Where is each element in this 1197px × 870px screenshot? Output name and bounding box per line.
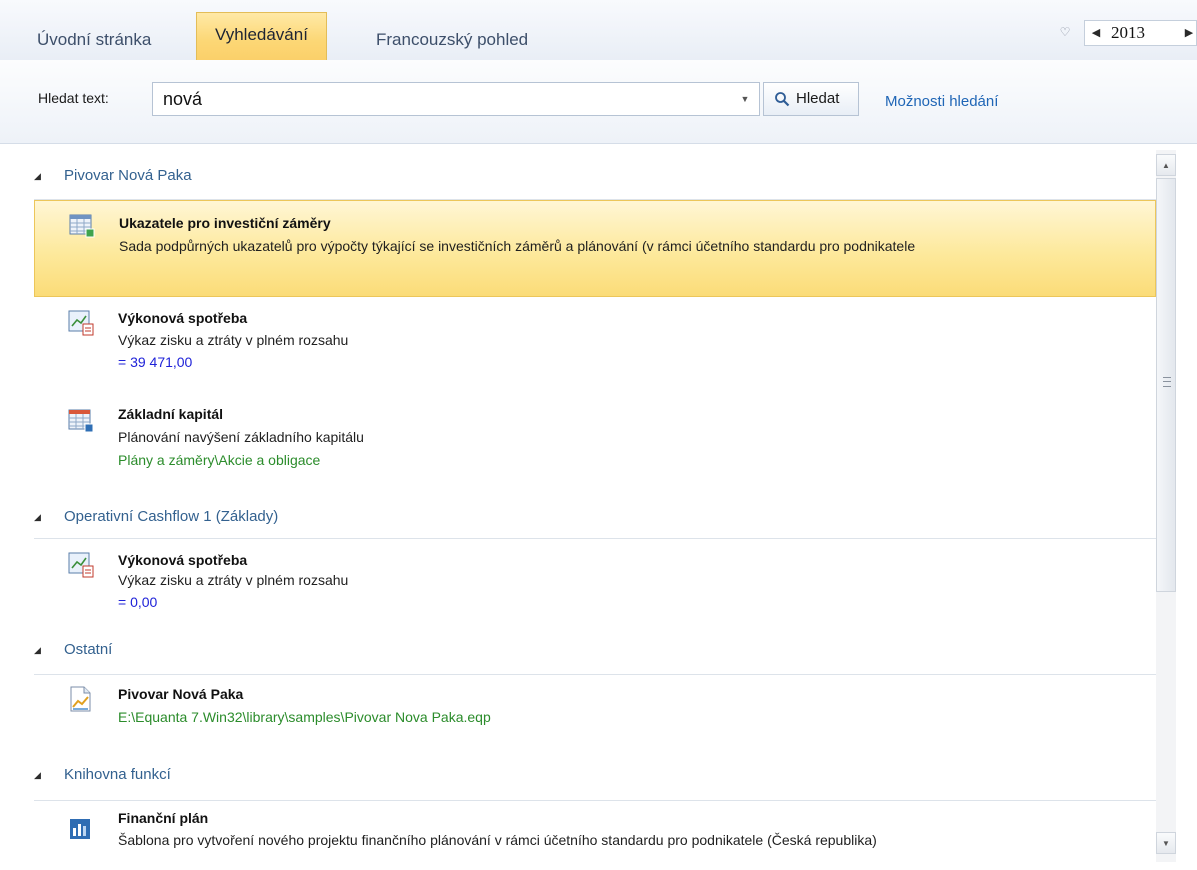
year-value: 2013 — [1111, 23, 1145, 42]
group-title: Ostatní — [64, 641, 113, 658]
item-path: Plány a záměry\Akcie a obligace — [118, 452, 321, 468]
result-item-vykonova-spotreba-2[interactable]: Výkonová spotřeba Výkaz zisku a ztráty v… — [34, 540, 1156, 632]
group-divider — [34, 538, 1156, 539]
group-header[interactable]: ◢ Pivovar Nová Paka — [0, 162, 1150, 190]
item-description: Plánování navýšení základního kapitálu — [118, 429, 364, 445]
project-file-icon — [70, 686, 91, 712]
table-icon — [69, 214, 95, 238]
tab-search[interactable]: Vyhledávání — [196, 12, 327, 60]
tab-bar: Úvodní stránka Vyhledávání Francouzský p… — [0, 0, 1197, 60]
result-item-project-file[interactable]: Pivovar Nová Paka E:\Equanta 7.Win32\lib… — [34, 676, 1156, 754]
item-value: = 0,00 — [118, 594, 158, 610]
group-divider — [34, 674, 1156, 675]
search-input[interactable] — [157, 85, 739, 113]
table-icon — [68, 409, 94, 433]
group-header[interactable]: ◢ Operativní Cashflow 1 (Základy) — [0, 503, 1150, 531]
collapse-triangle-icon[interactable]: ◢ — [34, 761, 41, 789]
search-button-label: Hledat — [796, 90, 840, 107]
scroll-thumb[interactable] — [1156, 178, 1176, 592]
search-button[interactable]: Hledat — [763, 82, 859, 116]
search-results: ◢ Pivovar Nová Paka Ukazatele pro invest… — [0, 144, 1197, 870]
item-title: Základní kapitál — [118, 406, 224, 422]
result-item-zakladni-kapital[interactable]: Základní kapitál Plánování navýšení zákl… — [34, 396, 1156, 496]
item-title: Finanční plán — [118, 810, 209, 826]
item-description: Šablona pro vytvoření nového projektu fi… — [118, 832, 877, 848]
group-title: Operativní Cashflow 1 (Základy) — [64, 508, 279, 525]
collapse-triangle-icon[interactable]: ◢ — [34, 636, 41, 664]
year-selector: ◀ 2013 ▶ — [1084, 20, 1197, 46]
result-item-investment-indicators[interactable]: Ukazatele pro investiční záměry Sada pod… — [34, 200, 1156, 297]
item-description: Sada podpůrných ukazatelů pro výpočty tý… — [119, 238, 916, 254]
collapse-triangle-icon[interactable]: ◢ — [34, 503, 41, 531]
scroll-up-arrow-icon[interactable]: ▲ — [1156, 154, 1176, 176]
item-title: Pivovar Nová Paka — [118, 686, 244, 702]
grip-icon — [1163, 377, 1171, 387]
group-title: Knihovna funkcí — [64, 766, 171, 783]
item-path: E:\Equanta 7.Win32\library\samples\Pivov… — [118, 709, 491, 725]
tab-french-view[interactable]: Francouzský pohled — [360, 18, 544, 58]
group-title: Pivovar Nová Paka — [64, 167, 192, 184]
vertical-scrollbar[interactable]: ▲ ▼ — [1156, 150, 1176, 862]
search-options-link[interactable]: Možnosti hledání — [885, 93, 998, 110]
search-label: Hledat text: — [38, 90, 109, 106]
chevron-right-icon[interactable]: ▶ — [1180, 21, 1197, 45]
scroll-down-arrow-icon[interactable]: ▼ — [1156, 832, 1176, 854]
search-field: ▼ — [152, 82, 760, 116]
item-title: Výkonová spotřeba — [118, 310, 248, 326]
item-title: Ukazatele pro investiční záměry — [119, 215, 331, 231]
chart-report-icon — [68, 552, 94, 578]
group-header[interactable]: ◢ Knihovna funkcí — [0, 761, 1150, 789]
heart-icon[interactable]: ♡ — [1058, 26, 1072, 38]
result-item-vykonova-spotreba[interactable]: Výkonová spotřeba Výkaz zisku a ztráty v… — [34, 298, 1156, 396]
chevron-down-icon[interactable]: ▼ — [737, 83, 753, 115]
chart-report-icon — [68, 310, 94, 336]
item-description: Výkaz zisku a ztráty v plném rozsahu — [118, 572, 349, 588]
search-bar: Hledat text: ▼ Hledat Možnosti hledání — [0, 60, 1197, 144]
magnifier-icon — [775, 92, 790, 107]
group-divider — [34, 800, 1156, 801]
tab-home[interactable]: Úvodní stránka — [21, 18, 167, 58]
template-icon — [70, 819, 90, 839]
item-title: Výkonová spotřeba — [118, 552, 248, 568]
result-item-financni-plan[interactable]: Finanční plán Šablona pro vytvoření nové… — [34, 802, 1156, 866]
item-description: Výkaz zisku a ztráty v plném rozsahu — [118, 332, 349, 348]
item-value: = 39 471,00 — [118, 354, 193, 370]
collapse-triangle-icon[interactable]: ◢ — [34, 162, 41, 190]
chevron-left-icon[interactable]: ◀ — [1087, 21, 1105, 45]
group-header[interactable]: ◢ Ostatní — [0, 636, 1150, 664]
